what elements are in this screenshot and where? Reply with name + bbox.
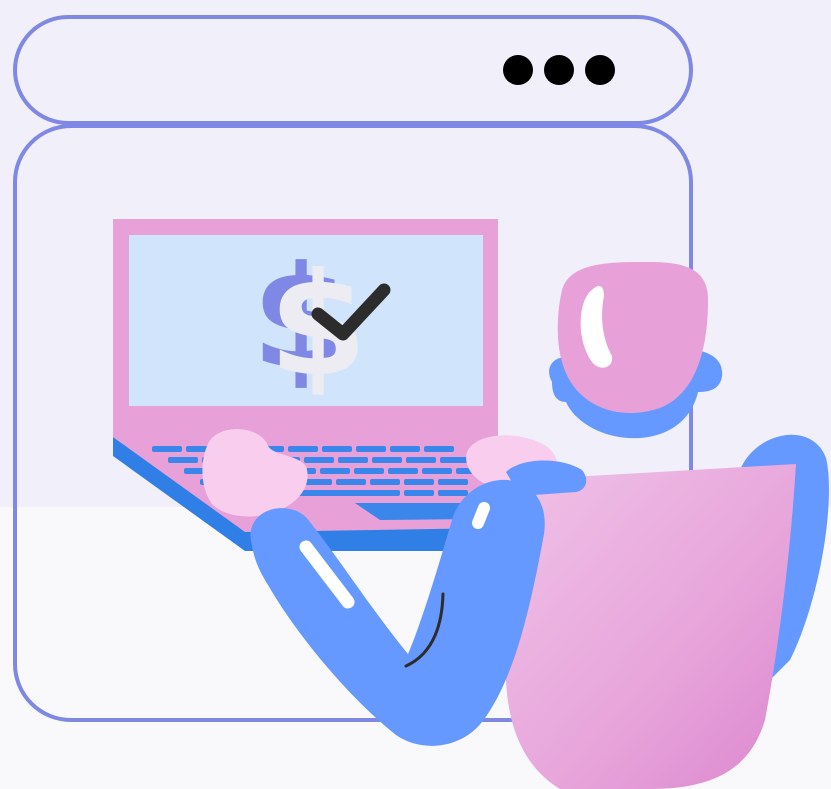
person-torso	[505, 464, 796, 789]
browser-dot-1	[503, 55, 533, 85]
person-head	[549, 262, 723, 439]
browser-dot-2	[544, 55, 574, 85]
ellipsis-icon[interactable]	[503, 55, 615, 85]
person-shoulder-right	[506, 460, 587, 496]
browser-dot-3	[585, 55, 615, 85]
illustration-scene: $ $	[13, 15, 829, 789]
sleeve-highlight-right	[472, 502, 490, 529]
